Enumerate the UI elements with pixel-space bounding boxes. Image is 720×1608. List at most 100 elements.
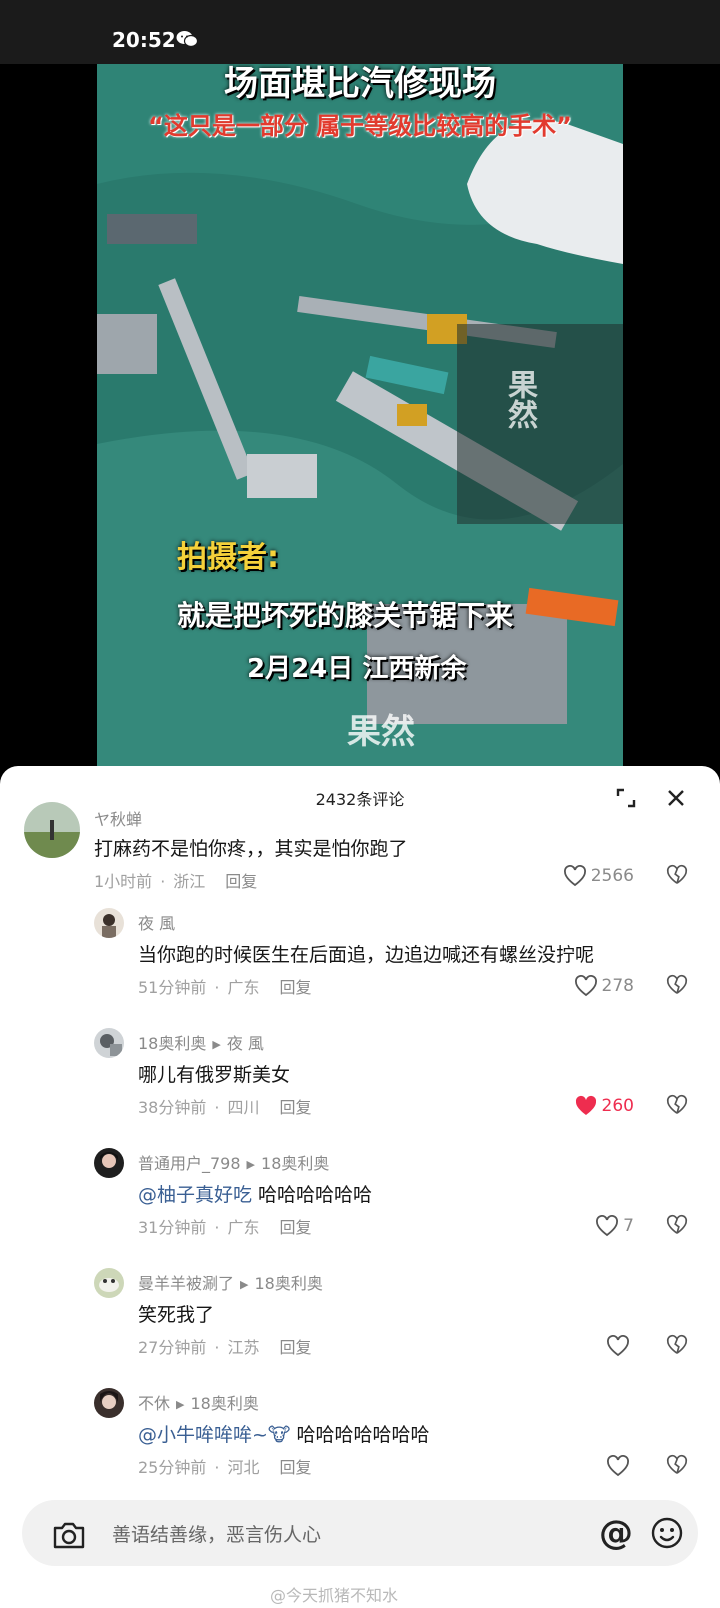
comment-meta: 51分钟前 · 广东 回复 (138, 974, 312, 998)
like-button[interactable] (606, 1334, 634, 1358)
comment-item: ヤ秋蝉 打麻药不是怕你疼，，其实是怕你跑了 1小时前 · 浙江 回复 2566 (0, 802, 720, 916)
reply-author[interactable]: 曼羊羊被涮了 (138, 1274, 234, 1293)
reply-arrow-icon: ▶ (240, 1278, 249, 1291)
comment-time: 27分钟前 (138, 1338, 207, 1357)
reply-target[interactable]: 18奥利奥 (190, 1394, 258, 1413)
reply-button[interactable]: 回复 (279, 978, 311, 997)
broken-heart-icon[interactable] (666, 1214, 688, 1236)
comment-username: 曼羊羊被涮了 ▶ 18奥利奥 (138, 1270, 323, 1294)
like-button[interactable]: 260 (574, 1094, 634, 1118)
comment-meta: 27分钟前 · 江苏 回复 (138, 1334, 312, 1358)
meta-separator: · (214, 1458, 220, 1477)
comment-username[interactable]: 夜 風 (138, 910, 175, 934)
comment-username[interactable]: ヤ秋蝉 (94, 806, 142, 830)
like-count: 7 (623, 1216, 634, 1236)
emoji-icon[interactable] (650, 1516, 684, 1550)
comment-body: 哈哈哈哈哈哈哈 (290, 1424, 430, 1446)
comment-item: 不休 ▶ 18奥利奥 @小牛哞哞哞~🐮 哈哈哈哈哈哈哈 25分钟前 · 河北 回复 (0, 1388, 720, 1500)
comment-meta: 25分钟前 · 河北 回复 (138, 1454, 312, 1478)
reply-button[interactable]: 回复 (279, 1218, 311, 1237)
comment-body: 哈哈哈哈哈哈 (252, 1184, 373, 1206)
comment-region: 河北 (227, 1458, 260, 1477)
broken-heart-icon[interactable] (666, 1454, 688, 1476)
comment-region: 广东 (227, 978, 260, 997)
avatar[interactable] (94, 1268, 124, 1298)
avatar[interactable] (94, 908, 124, 938)
video-title: 场面堪比汽修现场 (224, 64, 496, 104)
avatar[interactable] (94, 1388, 124, 1418)
broken-heart-icon[interactable] (666, 974, 688, 996)
reply-arrow-icon: ▶ (176, 1398, 185, 1411)
source-watermark: @今天抓猪不知水 (270, 1586, 399, 1605)
comment-item: 曼羊羊被涮了 ▶ 18奥利奥 笑死我了 27分钟前 · 江苏 回复 (0, 1268, 720, 1380)
comment-region: 广东 (227, 1218, 260, 1237)
reply-button[interactable]: 回复 (279, 1338, 311, 1357)
video-subtitle: “这只是一部分 属于等级比较高的手术” (148, 112, 572, 140)
comment-region: 江苏 (227, 1338, 260, 1357)
comment-username: 不休 ▶ 18奥利奥 (138, 1390, 259, 1414)
reply-author[interactable]: 普通用户_798 (138, 1154, 241, 1173)
comment-meta: 38分钟前 · 四川 回复 (138, 1094, 312, 1118)
comment-text: 当你跑的时候医生在后面追，边追边喊还有螺丝没拧呢 (138, 944, 595, 966)
comment-username: 18奥利奥 ▶ 夜 風 (138, 1030, 264, 1054)
reply-arrow-icon: ▶ (246, 1158, 256, 1171)
heart-outline-icon (607, 1335, 629, 1357)
broken-heart-icon[interactable] (666, 1094, 688, 1116)
wechat-icon (176, 31, 198, 48)
reply-target[interactable]: 夜 風 (227, 1034, 264, 1053)
like-count: 260 (601, 1096, 634, 1116)
mention-link[interactable]: @小牛哞哞哞~🐮 (138, 1424, 290, 1446)
comment-time: 51分钟前 (138, 978, 207, 997)
like-button[interactable]: 2566 (563, 864, 634, 888)
status-bar: 20:52 (0, 0, 720, 64)
caption-speaker: 拍摄者: (177, 540, 279, 575)
reply-button[interactable]: 回复 (279, 1458, 311, 1477)
meta-separator: · (214, 1218, 220, 1237)
mention-at-icon[interactable]: @ (596, 1514, 636, 1554)
reply-button[interactable]: 回复 (225, 872, 257, 891)
reply-author[interactable]: 不休 (138, 1394, 170, 1413)
comment-item: 普通用户_798 ▶ 18奥利奥 @柚子真好吃 哈哈哈哈哈哈 31分钟前 · 广东 回复 … (0, 1148, 720, 1260)
broken-heart-icon[interactable] (666, 1334, 688, 1356)
video-watermark-bottom: 果然 (347, 712, 415, 752)
reply-author[interactable]: 18奥利奥 (138, 1034, 206, 1053)
comment-item: 18奥利奥 ▶ 夜 風 哪儿有俄罗斯美女 38分钟前 · 四川 回复 260 (0, 1028, 720, 1140)
comment-region: 四川 (227, 1098, 260, 1117)
heart-filled-icon (575, 1095, 596, 1115)
comment-meta: 1小时前 · 浙江 回复 (94, 868, 257, 892)
like-button[interactable] (606, 1454, 634, 1478)
reply-target[interactable]: 18奥利奥 (261, 1154, 329, 1173)
reply-arrow-icon: ▶ (212, 1038, 221, 1051)
like-count: 278 (601, 976, 634, 996)
like-button[interactable]: 278 (574, 974, 634, 998)
avatar[interactable] (94, 1148, 124, 1178)
like-count: 2566 (590, 866, 634, 886)
heart-outline-icon (574, 975, 597, 997)
comments-sheet: 2432条评论 ヤ秋蝉 打麻药不是怕你疼，，其实是怕你跑了 1小时前 · 浙江 回复 … (0, 766, 720, 1608)
comment-text: 哪儿有俄罗斯美女 (138, 1064, 291, 1086)
status-time: 20:52 (112, 28, 176, 52)
heart-outline-icon (563, 865, 586, 887)
like-button[interactable]: 7 (595, 1214, 634, 1238)
avatar[interactable] (94, 1028, 124, 1058)
comment-time: 25分钟前 (138, 1458, 207, 1477)
avatar[interactable] (24, 802, 80, 858)
input-placeholder: 善语结善缘，恶言伤人心 (112, 1524, 322, 1546)
heart-outline-icon (596, 1215, 619, 1237)
mention-link[interactable]: @柚子真好吃 (138, 1184, 252, 1206)
caption-date: 2月24日 江西新余 (247, 654, 467, 684)
video-player[interactable]: 场面堪比汽修现场 “这只是一部分 属于等级比较高的手术” 拍摄者: 就是把坏死的… (0, 64, 720, 768)
reply-target[interactable]: 18奥利奥 (254, 1274, 322, 1293)
broken-heart-icon[interactable] (666, 864, 688, 886)
video-frame[interactable]: 场面堪比汽修现场 “这只是一部分 属于等级比较高的手术” 拍摄者: 就是把坏死的… (97, 64, 623, 768)
reply-button[interactable]: 回复 (279, 1098, 311, 1117)
caption-quote: 就是把坏死的膝关节锯下来 (177, 599, 514, 632)
camera-icon[interactable] (52, 1520, 86, 1550)
comment-text: @柚子真好吃 哈哈哈哈哈哈 (138, 1180, 372, 1207)
comment-input[interactable]: 善语结善缘，恶言伤人心 @ (22, 1500, 698, 1566)
meta-separator: · (214, 978, 220, 997)
comment-region: 浙江 (173, 872, 206, 891)
meta-separator: · (214, 1098, 220, 1117)
comment-meta: 31分钟前 · 广东 回复 (138, 1214, 312, 1238)
comment-text: 打麻药不是怕你疼，，其实是怕你跑了 (94, 838, 408, 860)
